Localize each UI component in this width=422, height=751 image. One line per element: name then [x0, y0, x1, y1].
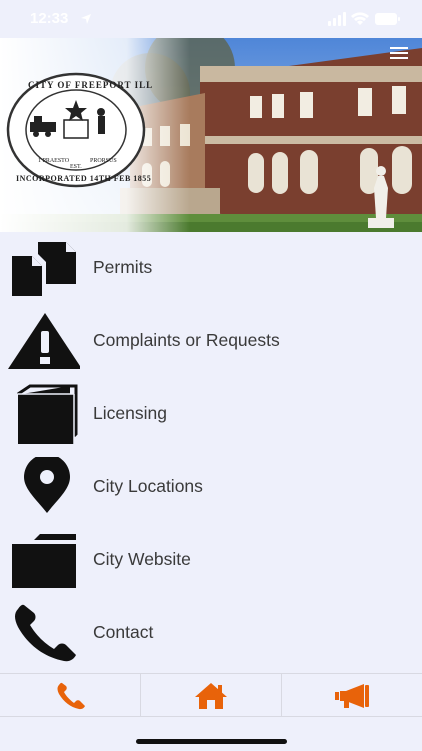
- seal-est-text: EST.: [70, 164, 82, 170]
- signal-icon: [328, 12, 346, 26]
- menu-item-city-locations[interactable]: City Locations: [0, 451, 422, 524]
- menu-item-licensing[interactable]: Licensing: [0, 378, 422, 451]
- hero-banner: CITY OF FREEPORT ILL 1 PRAESTO EST. PROR…: [0, 38, 422, 232]
- warning-icon: [8, 313, 80, 369]
- tab-call[interactable]: [0, 674, 140, 717]
- menu-item-label: Contact: [93, 622, 154, 642]
- folder-icon: [12, 534, 76, 588]
- bottom-tab-bar: [0, 673, 422, 717]
- hamburger-menu-icon[interactable]: [388, 44, 410, 62]
- tab-announcements[interactable]: [281, 674, 422, 717]
- location-arrow-icon: [81, 14, 91, 24]
- bottom-safe-area: [0, 716, 422, 751]
- home-indicator[interactable]: [136, 739, 287, 744]
- seal-bottom-text: INCORPORATED 14TH FEB 1855: [16, 174, 152, 183]
- menu-item-label: Complaints or Requests: [93, 330, 280, 350]
- battery-icon: [375, 13, 400, 25]
- phone-icon: [15, 604, 76, 662]
- menu-item-permits[interactable]: Permits: [0, 232, 422, 305]
- menu-item-contact[interactable]: Contact: [0, 597, 422, 670]
- megaphone-icon: [335, 683, 369, 708]
- status-bar: 12:33: [0, 0, 422, 38]
- phone-icon: [57, 682, 85, 709]
- status-icons: [328, 12, 400, 26]
- tab-home[interactable]: [140, 674, 281, 717]
- menu-item-complaints[interactable]: Complaints or Requests: [0, 305, 422, 378]
- home-icon: [195, 682, 227, 709]
- status-time: 12:33: [30, 10, 69, 27]
- seal-top-text: CITY OF FREEPORT ILL: [28, 80, 154, 90]
- map-pin-icon: [24, 457, 70, 513]
- seal-scroll-right: PRORSUS: [90, 158, 117, 164]
- menu-item-label: Permits: [93, 257, 153, 277]
- documents-icon: [12, 242, 76, 296]
- main-menu: Permits Complaints or Requests Licensing…: [0, 232, 422, 670]
- seal-scroll-left: 1 PRAESTO: [38, 158, 70, 164]
- menu-item-label: Licensing: [93, 403, 167, 423]
- license-icon: [17, 384, 78, 444]
- menu-item-label: City Locations: [93, 476, 203, 496]
- menu-item-city-website[interactable]: City Website: [0, 524, 422, 597]
- wifi-icon: [351, 12, 369, 25]
- menu-item-label: City Website: [93, 549, 191, 569]
